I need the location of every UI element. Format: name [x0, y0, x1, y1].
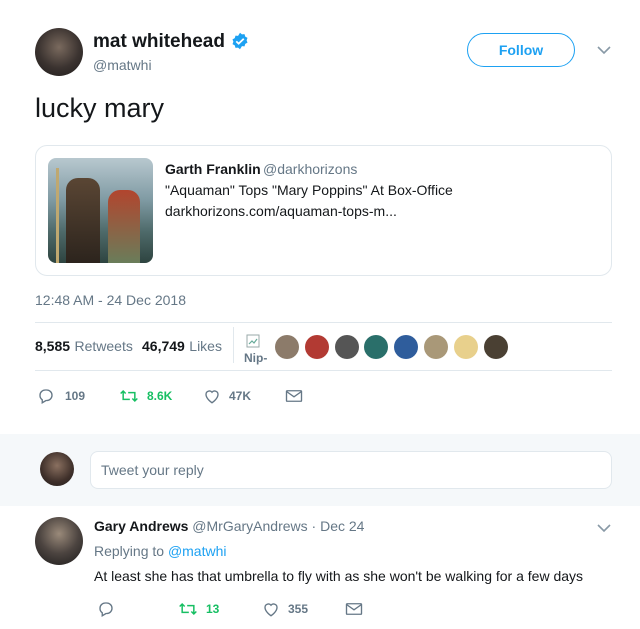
retweets-count: 8,585 [35, 338, 71, 354]
like-action[interactable]: 47K [203, 387, 251, 405]
broken-image-alt: Nip- [244, 351, 268, 365]
follow-button[interactable]: Follow [467, 33, 575, 67]
retweet-action[interactable]: 8.6K [119, 387, 172, 405]
retweets-label: Retweets [74, 338, 133, 354]
author-handle[interactable]: @matwhi [93, 57, 152, 73]
tweet-text: lucky mary [35, 93, 165, 123]
reply-author-handle[interactable]: @MrGaryAndrews [192, 518, 307, 534]
heart-icon [262, 600, 280, 618]
retweet-count: 13 [206, 602, 220, 616]
liker-avatar[interactable] [454, 335, 478, 359]
reply-text: At least she has that umbrella to fly wi… [94, 568, 584, 584]
heart-icon [203, 387, 221, 405]
reply-header: Gary Andrews @MrGaryAndrews · Dec 24 [94, 518, 364, 534]
reply-action[interactable]: 109 [37, 387, 85, 405]
direct-message-action[interactable] [285, 388, 303, 404]
retweet-count: 8.6K [147, 389, 173, 403]
reply-icon [97, 600, 115, 618]
tweet-timestamp[interactable]: 12:48 AM - 24 Dec 2018 [35, 292, 186, 308]
likes-stat[interactable]: 46,749 Likes [142, 338, 222, 356]
reply-count: 109 [65, 389, 86, 403]
envelope-icon [345, 601, 363, 617]
card-thumbnail[interactable] [48, 158, 153, 263]
liker-avatar[interactable] [305, 335, 329, 359]
liker-avatar[interactable] [424, 335, 448, 359]
replying-to-line: Replying to @matwhi [94, 543, 227, 559]
reply-author-avatar[interactable] [35, 517, 83, 565]
stats-divider [233, 327, 234, 363]
verified-badge-icon [231, 32, 249, 50]
likes-count: 46,749 [142, 338, 185, 354]
card-author-name: Garth Franklin [165, 161, 261, 177]
like-action[interactable]: 355 [262, 600, 308, 618]
reply-action[interactable] [97, 600, 115, 618]
reply-author-name[interactable]: Gary Andrews [94, 518, 188, 534]
likes-label: Likes [189, 338, 222, 354]
reply-input[interactable]: Tweet your reply [90, 451, 612, 489]
card-link[interactable]: darkhorizons.com/aquaman-tops-m... [165, 203, 397, 219]
chevron-down-icon[interactable] [597, 45, 611, 55]
current-user-avatar [40, 452, 74, 486]
reply-date[interactable]: · Dec 24 [312, 518, 365, 534]
broken-image-icon [246, 334, 260, 348]
divider [35, 322, 612, 323]
like-count: 355 [288, 602, 309, 616]
card-author-handle: @darkhorizons [263, 161, 358, 177]
author-avatar[interactable] [35, 28, 83, 76]
liker-avatar[interactable] [484, 335, 508, 359]
liker-avatar[interactable] [275, 335, 299, 359]
author-name[interactable]: mat whitehead [93, 31, 225, 53]
replying-to-label: Replying to [94, 543, 165, 559]
liker-avatar[interactable] [364, 335, 388, 359]
retweets-stat[interactable]: 8,585 Retweets [35, 338, 133, 356]
retweet-action[interactable]: 13 [178, 600, 219, 618]
reply-icon [37, 387, 55, 405]
envelope-icon [285, 388, 303, 404]
direct-message-action[interactable] [345, 601, 363, 617]
card-title: "Aquaman" Tops "Mary Poppins" At Box-Off… [165, 182, 453, 198]
divider [35, 370, 612, 371]
replying-to-handle[interactable]: @matwhi [168, 543, 227, 559]
retweet-icon [119, 387, 139, 405]
liker-avatar[interactable] [335, 335, 359, 359]
like-count: 47K [229, 389, 252, 403]
liker-avatar[interactable] [394, 335, 418, 359]
chevron-down-icon[interactable] [597, 523, 611, 533]
retweet-icon [178, 600, 198, 618]
